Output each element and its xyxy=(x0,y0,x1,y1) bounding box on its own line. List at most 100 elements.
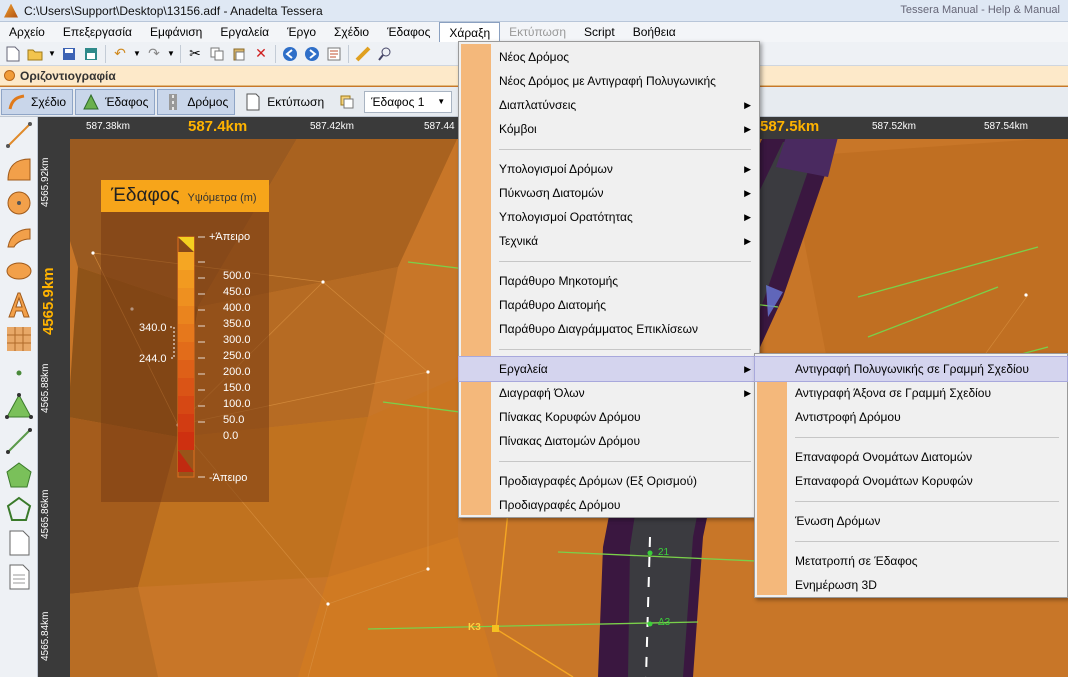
delete-icon[interactable]: ✕ xyxy=(251,44,271,64)
window-title: C:\Users\Support\Desktop\13156.adf - Ana… xyxy=(24,3,323,18)
menu-item-8[interactable]: Τεχνικά ▶ xyxy=(459,229,759,253)
menu-item-9[interactable]: Μετατροπή σε Έδαφος xyxy=(755,549,1067,573)
menu-item-7[interactable]: Υπολογισμοί Ορατότητας ▶ xyxy=(459,205,759,229)
submenu-arrow-icon: ▶ xyxy=(744,388,751,398)
legend-range-max: 340.0 xyxy=(139,322,167,334)
menu-item-11[interactable]: Παράθυρο Διατομής xyxy=(459,293,759,317)
menu-item-5[interactable]: Υπολογισμοί Δρόμων ▶ xyxy=(459,157,759,181)
menu-item-label: Πίνακας Διατομών Δρόμου xyxy=(499,434,640,448)
mode-terrain-button[interactable]: Έδαφος xyxy=(75,88,156,115)
menu-item-4[interactable]: Επαναφορά Ονομάτων Διατομών xyxy=(755,445,1067,469)
report-tool[interactable] xyxy=(4,562,34,592)
menu-2[interactable]: Εμφάνιση xyxy=(141,22,211,42)
menu-item-1[interactable]: Νέος Δρόμος με Αντιγραφή Πολυγωνικής xyxy=(459,69,759,93)
paste-icon[interactable] xyxy=(229,44,249,64)
arc-tool[interactable] xyxy=(4,154,34,184)
open-dropdown-icon[interactable]: ▼ xyxy=(47,44,57,64)
legend-title: Έδαφος xyxy=(111,185,180,206)
text-tool[interactable] xyxy=(4,290,34,320)
menu-9[interactable]: Script xyxy=(575,22,624,42)
menu-0[interactable]: Αρχείο xyxy=(0,22,54,42)
menu-item-2[interactable]: Διαπλατύνσεις ▶ xyxy=(459,93,759,117)
ellipse-tool[interactable] xyxy=(4,256,34,286)
menu-item-label: Προδιαγραφές Δρόμου xyxy=(499,498,621,512)
polygon-filled-tool[interactable] xyxy=(4,460,34,490)
menu-item-17[interactable]: Πίνακας Διατομών Δρόμου xyxy=(459,429,759,453)
terrain-point-tool[interactable] xyxy=(4,392,34,422)
menu-item-label: Ένωση Δρόμων xyxy=(795,514,881,528)
menu-bar: Αρχείο Επεξεργασία Εμφάνιση Εργαλεία Έργο Σχέ… xyxy=(0,22,1068,42)
menu-3[interactable]: Εργαλεία xyxy=(211,22,278,42)
menu-item-19[interactable]: Προδιαγραφές Δρόμων (Εξ Ορισμού) xyxy=(459,469,759,493)
legend-scale-value: 300.0 xyxy=(223,334,251,346)
back-icon[interactable] xyxy=(280,44,300,64)
menu-item-3[interactable]: Κόμβοι ▶ xyxy=(459,117,759,141)
legend-scale-value: 400.0 xyxy=(223,302,251,314)
legend-top-label: +Άπειρο xyxy=(209,231,251,243)
menu-10[interactable]: Βοήθεια xyxy=(624,22,685,42)
undo-dropdown-icon[interactable]: ▼ xyxy=(132,44,142,64)
arc-segment-tool[interactable] xyxy=(4,222,34,252)
cut-icon[interactable]: ✂ xyxy=(185,44,205,64)
menu-separator xyxy=(755,429,1067,445)
menu-item-10[interactable]: Παράθυρο Μηκοτομής xyxy=(459,269,759,293)
layers-icon[interactable] xyxy=(337,92,357,112)
menu-item-5[interactable]: Επαναφορά Ονομάτων Κορυφών xyxy=(755,469,1067,493)
legend-range-min: 244.0 xyxy=(139,353,167,365)
menu-item-10[interactable]: Ενημέρωση 3D xyxy=(755,573,1067,597)
new-file-icon[interactable] xyxy=(3,44,23,64)
menu-4[interactable]: Έργο xyxy=(278,22,325,42)
menu-item-6[interactable]: Πύκνωση Διατομών ▶ xyxy=(459,181,759,205)
legend-swatch xyxy=(178,378,194,396)
redo-icon[interactable]: ↷ xyxy=(144,44,164,64)
mode-road-button[interactable]: Δρόμος xyxy=(157,88,236,115)
copy-icon[interactable] xyxy=(207,44,227,64)
menu-6[interactable]: Έδαφος xyxy=(378,22,439,42)
app-icon xyxy=(4,3,18,18)
menu-item-0[interactable]: Αντιγραφή Πολυγωνικής σε Γραμμή Σχεδίου xyxy=(754,356,1068,382)
menu-item-20[interactable]: Προδιαγραφές Δρόμου xyxy=(459,493,759,517)
circle-tool[interactable] xyxy=(4,188,34,218)
save-all-icon[interactable] xyxy=(81,44,101,64)
properties-icon[interactable] xyxy=(324,44,344,64)
menu-5[interactable]: Σχέδιο xyxy=(325,22,378,42)
menu-item-label: Μετατροπή σε Έδαφος xyxy=(795,554,918,568)
menu-1[interactable]: Επεξεργασία xyxy=(54,22,141,42)
hatch-tool[interactable] xyxy=(4,324,34,354)
menu-item-16[interactable]: Πίνακας Κορυφών Δρόμου xyxy=(459,405,759,429)
open-folder-icon[interactable] xyxy=(25,44,45,64)
menu-item-0[interactable]: Νέος Δρόμος xyxy=(459,45,759,69)
road-design-menu: Νέος Δρόμος Νέος Δρόμος με Αντιγραφή Πολυ… xyxy=(458,41,760,518)
submenu-arrow-icon: ▶ xyxy=(744,100,751,110)
menu-separator xyxy=(755,493,1067,509)
polygon-outline-tool[interactable] xyxy=(4,494,34,524)
menu-item-14[interactable]: Εργαλεία ▶ xyxy=(458,356,760,382)
road-tools-submenu: Αντιγραφή Πολυγωνικής σε Γραμμή Σχεδίου Α… xyxy=(754,353,1068,598)
menu-7[interactable]: Χάραξη xyxy=(439,22,501,42)
x-ruler-tick: 587.5km xyxy=(760,118,820,135)
mode-drawing-button[interactable]: Σχέδιο xyxy=(1,88,74,115)
toolbar-separator xyxy=(105,44,106,63)
legend-swatch xyxy=(178,342,194,360)
breakline-tool[interactable] xyxy=(4,426,34,456)
redo-dropdown-icon[interactable]: ▼ xyxy=(166,44,176,64)
point-tool[interactable] xyxy=(4,358,34,388)
undo-icon[interactable]: ↶ xyxy=(110,44,130,64)
measure-icon[interactable] xyxy=(353,44,373,64)
menu-item-15[interactable]: Διαγραφή Όλων ▶ xyxy=(459,381,759,405)
x-ruler-tick: 587.52km xyxy=(872,121,916,132)
menu-item-2[interactable]: Αντιστροφή Δρόμου xyxy=(755,405,1067,429)
page-tool[interactable] xyxy=(4,528,34,558)
menu-item-7[interactable]: Ένωση Δρόμων xyxy=(755,509,1067,533)
mode-print-button[interactable]: Εκτύπωση xyxy=(237,89,331,115)
menu-item-1[interactable]: Αντιγραφή Άξονα σε Γραμμή Σχεδίου xyxy=(755,381,1067,405)
line-tool[interactable] xyxy=(4,120,34,150)
title-bar: C:\Users\Support\Desktop\13156.adf - Ana… xyxy=(0,0,1068,22)
legend-swatch xyxy=(178,288,194,306)
zoom-icon[interactable] xyxy=(375,44,395,64)
layer-select[interactable]: Έδαφος 1 ▼ xyxy=(364,90,453,113)
menu-item-12[interactable]: Παράθυρο Διαγράμματος Επικλίσεων xyxy=(459,317,759,341)
mode-drawing-label: Σχέδιο xyxy=(31,94,67,109)
save-icon[interactable] xyxy=(59,44,79,64)
forward-icon[interactable] xyxy=(302,44,322,64)
